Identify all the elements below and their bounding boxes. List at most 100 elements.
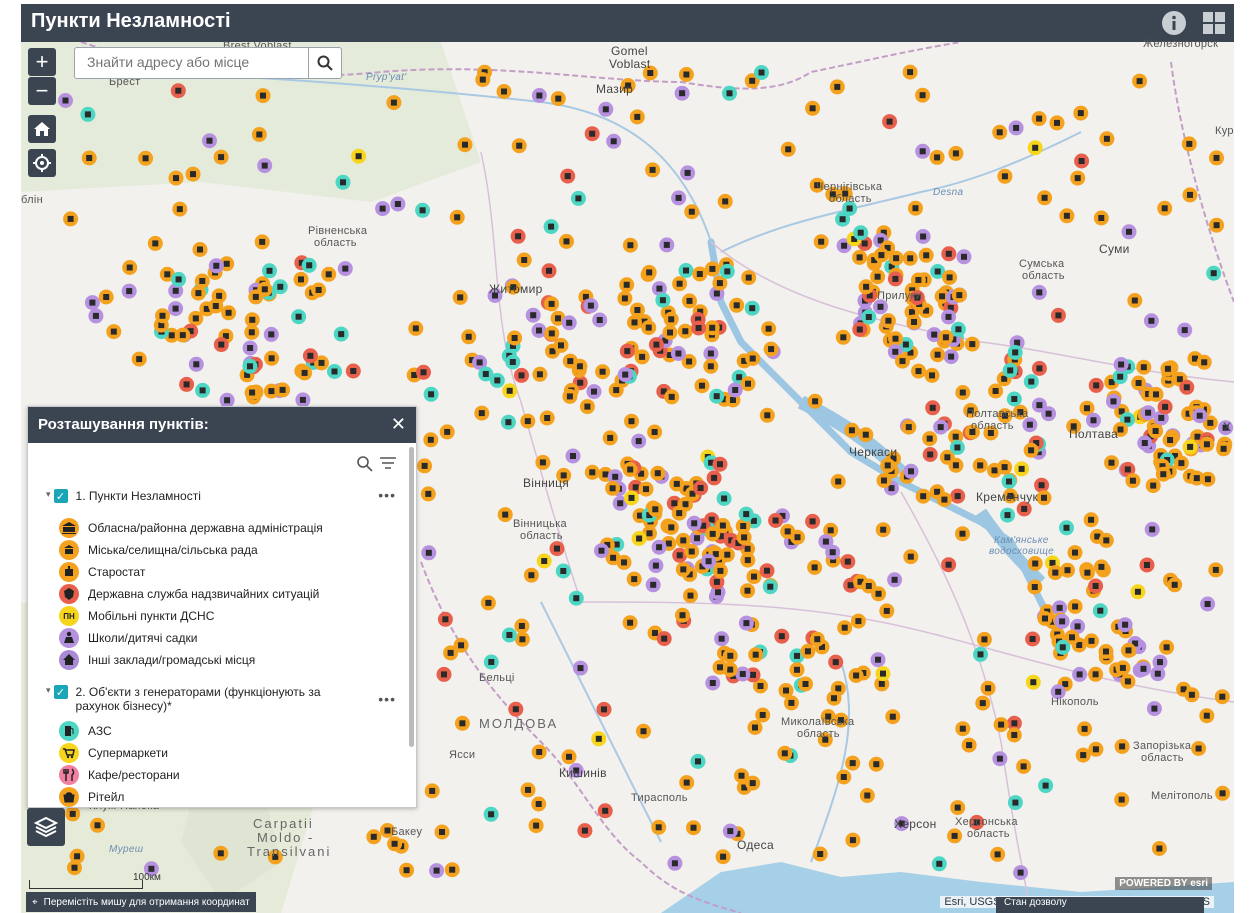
map-marker-glyph [707, 363, 714, 370]
map-marker-glyph [656, 544, 663, 551]
map-marker-glyph [577, 379, 584, 386]
map-marker-glyph [668, 524, 675, 531]
map-marker-glyph [1006, 478, 1012, 485]
legend-scrollbar[interactable] [409, 447, 414, 747]
map-marker-glyph [566, 319, 573, 326]
apps-grid-icon[interactable] [1201, 10, 1227, 36]
map-marker-glyph [722, 198, 729, 205]
legend-item: Школи/дитячі садки [58, 627, 197, 649]
map-marker-glyph [1149, 526, 1156, 533]
group1-label: 1. Пункти Незламності [75, 489, 201, 503]
map-marker-glyph [709, 324, 716, 331]
map-marker-glyph [602, 106, 609, 113]
map-marker-glyph [94, 822, 101, 829]
map-marker-glyph [412, 325, 419, 332]
map-marker-glyph [709, 530, 716, 537]
map-marker-glyph [926, 435, 933, 442]
map-marker-glyph [148, 865, 155, 872]
map-marker-glyph [554, 545, 560, 552]
map-marker-glyph [1076, 642, 1083, 648]
map-marker-glyph [919, 92, 926, 99]
group1-options-button[interactable]: ••• [378, 487, 396, 503]
map-marker-glyph [635, 438, 642, 445]
search-icon[interactable] [356, 455, 374, 473]
map-marker-glyph [457, 294, 464, 301]
map-marker-glyph [634, 307, 641, 313]
zoom-out-button[interactable]: − [28, 77, 56, 105]
map-marker-glyph [781, 750, 788, 757]
map-marker-glyph [727, 828, 734, 835]
group2-checkbox[interactable]: ✓ [53, 685, 68, 699]
home-button[interactable] [28, 115, 56, 143]
map-marker-glyph [159, 312, 166, 319]
map-marker-glyph [439, 829, 445, 835]
map-marker-glyph [268, 388, 275, 395]
map-marker-glyph [318, 359, 325, 366]
map-marker-glyph [855, 618, 862, 625]
legend-group-1[interactable]: ▾ ✓ 1. Пункти Незламності [46, 489, 201, 503]
group1-checkbox[interactable]: ✓ [53, 489, 68, 503]
map-marker-glyph [676, 280, 683, 287]
map-marker-glyph [195, 290, 202, 297]
legend-item-label: Державна служба надзвичайних ситуацій [88, 587, 320, 601]
zoom-in-button[interactable]: + [28, 48, 56, 76]
map-marker-glyph [909, 309, 915, 316]
map-label: Херсон [894, 817, 937, 831]
group2-options-button[interactable]: ••• [378, 691, 396, 707]
townhall-icon [59, 540, 79, 560]
map-marker-glyph [691, 520, 698, 527]
map-marker-glyph [892, 348, 899, 355]
map-marker-glyph [89, 299, 96, 306]
locate-button[interactable] [28, 149, 56, 177]
map-marker-glyph [535, 801, 542, 807]
map-marker-glyph [584, 403, 591, 410]
legend-group-2[interactable]: ▾ ✓ 2. Об'єкти з генераторами (функціону… [46, 685, 366, 713]
map-marker-glyph [1204, 476, 1211, 483]
group2-label-line1: 2. Об'єкти з генераторами (функціонують … [75, 685, 321, 699]
map-marker-glyph [749, 305, 756, 312]
map-marker-glyph [315, 287, 322, 293]
collapse-caret-icon[interactable]: ▾ [46, 489, 51, 500]
map-marker-glyph [699, 382, 705, 389]
map-marker-glyph [794, 652, 800, 659]
house-icon [59, 650, 79, 670]
map-marker-glyph [892, 335, 899, 342]
map-marker-glyph [1171, 581, 1178, 588]
map-marker-glyph [173, 175, 179, 182]
map-marker-glyph [1031, 584, 1038, 590]
map-marker-glyph [686, 297, 693, 304]
close-legend-button[interactable]: ✕ [391, 414, 406, 435]
map-marker-glyph [1013, 124, 1020, 131]
map-marker-glyph [745, 380, 751, 387]
map-marker-glyph [566, 393, 573, 400]
map-marker-glyph [509, 359, 516, 365]
map-marker-glyph [1074, 175, 1081, 182]
map-label: Мазир [596, 82, 634, 96]
filter-icon[interactable] [378, 455, 398, 473]
map-label: область [1022, 270, 1065, 282]
info-icon[interactable] [1161, 10, 1187, 36]
popup-bar[interactable]: Стан дозволу [996, 897, 1204, 913]
map-marker-glyph [599, 368, 606, 375]
map-marker-glyph [627, 619, 634, 626]
search-button[interactable] [308, 48, 341, 78]
map-marker-glyph [1011, 720, 1018, 727]
map-marker-glyph [834, 83, 841, 90]
search-input[interactable] [75, 48, 324, 76]
map-marker-glyph [591, 388, 597, 395]
map-marker-glyph [1036, 115, 1043, 122]
map-marker-glyph [1098, 215, 1105, 221]
map-marker-glyph [744, 587, 751, 594]
map-marker-glyph [649, 166, 656, 173]
map-marker-glyph [175, 276, 182, 283]
coordinates-bar[interactable]: ⌖ Перемістіть мишу для отримання координ… [26, 892, 256, 912]
map-label: Мелітополь [1151, 790, 1213, 802]
map-marker-glyph [1124, 678, 1131, 685]
scale-label: 100км [133, 872, 161, 883]
collapse-caret-icon[interactable]: ▾ [46, 685, 51, 696]
map-marker-glyph [831, 695, 837, 702]
map-marker-glyph [1012, 799, 1019, 806]
map-marker-glyph [741, 534, 748, 541]
search-box[interactable] [74, 47, 342, 79]
basemap-gallery-button[interactable] [27, 808, 65, 846]
